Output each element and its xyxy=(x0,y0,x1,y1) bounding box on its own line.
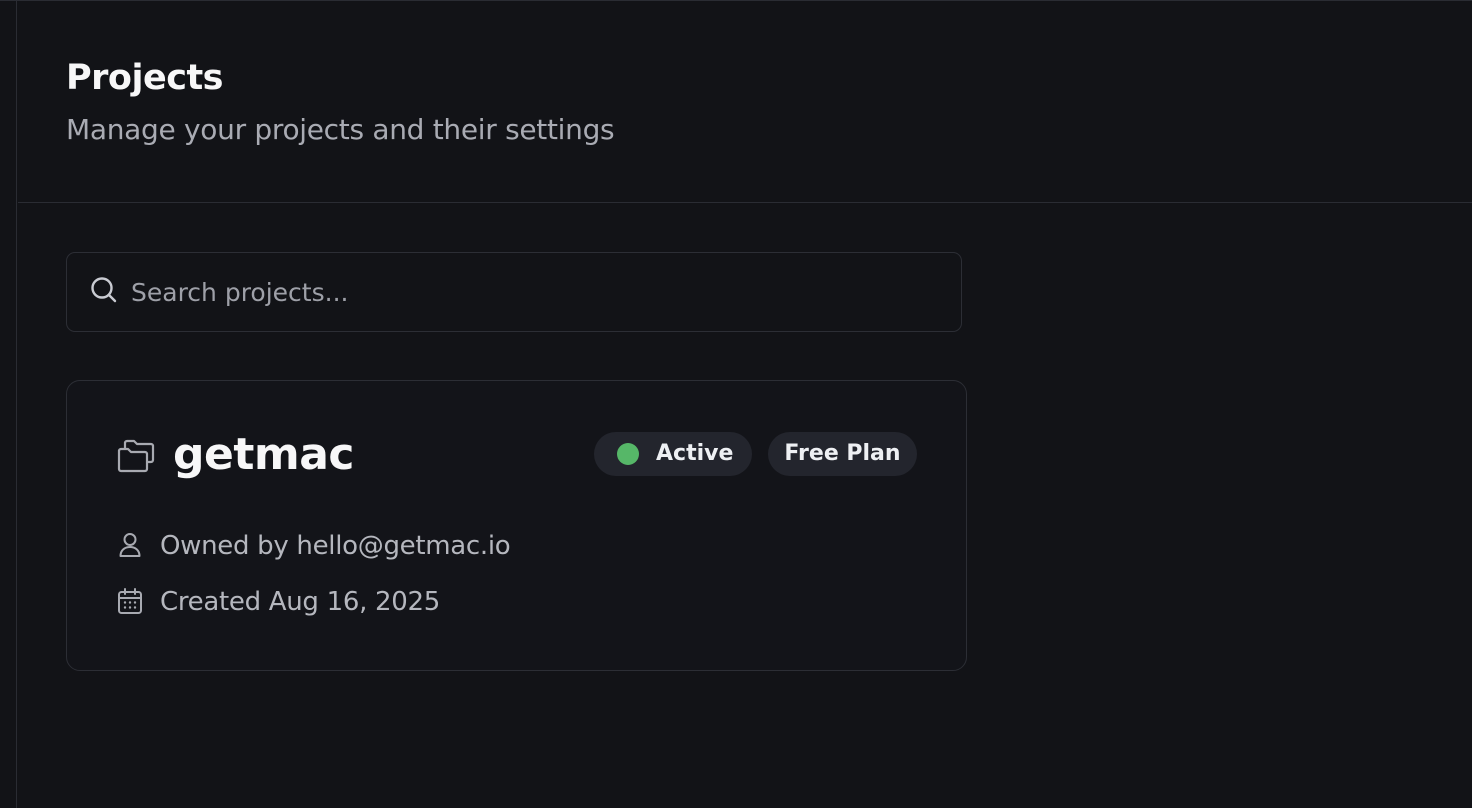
status-badge-label: Active xyxy=(656,441,734,466)
page-header: Projects Manage your projects and their … xyxy=(18,1,1472,203)
project-owner: Owned by hello@getmac.io xyxy=(160,531,511,561)
status-dot xyxy=(617,443,639,465)
search-box[interactable] xyxy=(66,252,962,332)
project-name[interactable]: getmac xyxy=(173,429,355,481)
folder-icon xyxy=(117,438,155,474)
left-sidebar-rail xyxy=(0,1,17,808)
project-created-date: Created Aug 16, 2025 xyxy=(160,587,440,617)
user-icon xyxy=(117,531,143,559)
project-card[interactable]: getmac Active Free Plan Owned by hello@g… xyxy=(66,380,967,671)
page-title: Projects xyxy=(66,58,224,98)
plan-badge-label: Free Plan xyxy=(784,441,901,466)
plan-badge: Free Plan xyxy=(768,432,917,476)
app-window: Projects Manage your projects and their … xyxy=(0,0,1472,808)
page-subtitle: Manage your projects and their settings xyxy=(66,113,615,146)
status-badge: Active xyxy=(594,432,752,476)
main-content: Projects Manage your projects and their … xyxy=(18,1,1472,808)
calendar-icon xyxy=(117,587,143,615)
search-icon xyxy=(89,275,119,305)
search-input[interactable] xyxy=(131,271,931,313)
